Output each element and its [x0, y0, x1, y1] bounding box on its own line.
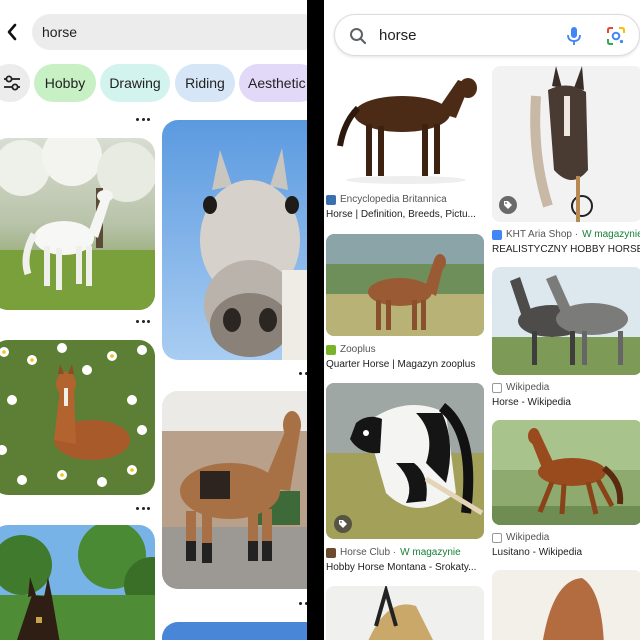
result-image-britannica[interactable]: [326, 66, 484, 186]
product-tag-icon: [499, 196, 517, 214]
pin-white-horse-blossoms[interactable]: [0, 138, 155, 310]
back-arrow-icon[interactable]: [2, 20, 22, 44]
result-source: Wikipedia: [492, 382, 549, 393]
pin-horse-trees[interactable]: [0, 525, 155, 640]
search-query-text: horse: [379, 27, 417, 44]
result-title-link[interactable]: Horse - Wikipedia: [492, 397, 640, 408]
result-image-quarter-horse[interactable]: [326, 234, 484, 336]
result-title-link[interactable]: Horse | Definition, Breeds, Pictu...: [326, 209, 478, 220]
pin-horse-saddled[interactable]: [162, 391, 307, 589]
microphone-icon[interactable]: [563, 25, 585, 47]
wikipedia-favicon-icon: [492, 382, 502, 393]
result-image-partial[interactable]: [326, 586, 484, 640]
google-lens-icon[interactable]: [605, 25, 627, 47]
pinterest-pane: horse Hobby Drawing Riding Aesthetic: [0, 0, 307, 640]
pin-grey-horse-closeup[interactable]: [162, 120, 307, 360]
horse-club-favicon-icon: [326, 547, 336, 558]
product-tag-icon: [334, 515, 352, 533]
search-input[interactable]: horse: [32, 14, 307, 50]
result-source: KHT Aria Shop · W magazynie: [492, 229, 640, 240]
search-icon: [347, 25, 369, 47]
result-image-lusitano[interactable]: [492, 420, 640, 525]
britannica-favicon-icon: [326, 194, 336, 205]
search-query-text: horse: [42, 24, 78, 40]
screen-divider: [307, 0, 324, 640]
result-title-link[interactable]: Quarter Horse | Magazyn zooplus: [326, 359, 478, 370]
more-options-icon[interactable]: [299, 600, 307, 606]
result-image-hobby-horse-montana[interactable]: [326, 383, 484, 539]
more-options-icon[interactable]: [136, 505, 150, 511]
result-source: Horse Club · W magazynie: [326, 547, 461, 558]
filter-sliders-icon: [4, 75, 20, 91]
result-source: Encyclopedia Britannica: [326, 194, 447, 205]
result-source: Zooplus: [326, 344, 376, 355]
result-image-grey-horses[interactable]: [492, 267, 640, 375]
result-title-link[interactable]: Hobby Horse Montana - Srokaty...: [326, 562, 478, 573]
more-options-icon[interactable]: [299, 370, 307, 376]
more-options-icon[interactable]: [136, 116, 150, 122]
wikipedia-favicon-icon: [492, 532, 502, 543]
result-title-link[interactable]: REALISTYCZNY HOBBY HORSE ...: [492, 244, 640, 255]
chip-hobby[interactable]: Hobby: [34, 64, 96, 102]
kht-favicon-icon: [492, 229, 502, 240]
result-title-link[interactable]: Lusitano - Wikipedia: [492, 547, 640, 558]
chip-aesthetic[interactable]: Aesthetic: [239, 64, 307, 102]
result-image-partial[interactable]: [492, 570, 640, 640]
chip-riding[interactable]: Riding: [175, 64, 235, 102]
pin-bottom[interactable]: [162, 622, 307, 640]
google-images-pane: horse Encyclopedia Britannica Horse | De…: [324, 0, 640, 640]
more-options-icon[interactable]: [136, 318, 150, 324]
result-source: Wikipedia: [492, 532, 549, 543]
zooplus-favicon-icon: [326, 344, 336, 355]
filter-button[interactable]: [0, 64, 30, 102]
chip-drawing[interactable]: Drawing: [100, 64, 170, 102]
pin-foal-daisies[interactable]: [0, 340, 155, 495]
search-bar[interactable]: horse: [334, 14, 640, 56]
